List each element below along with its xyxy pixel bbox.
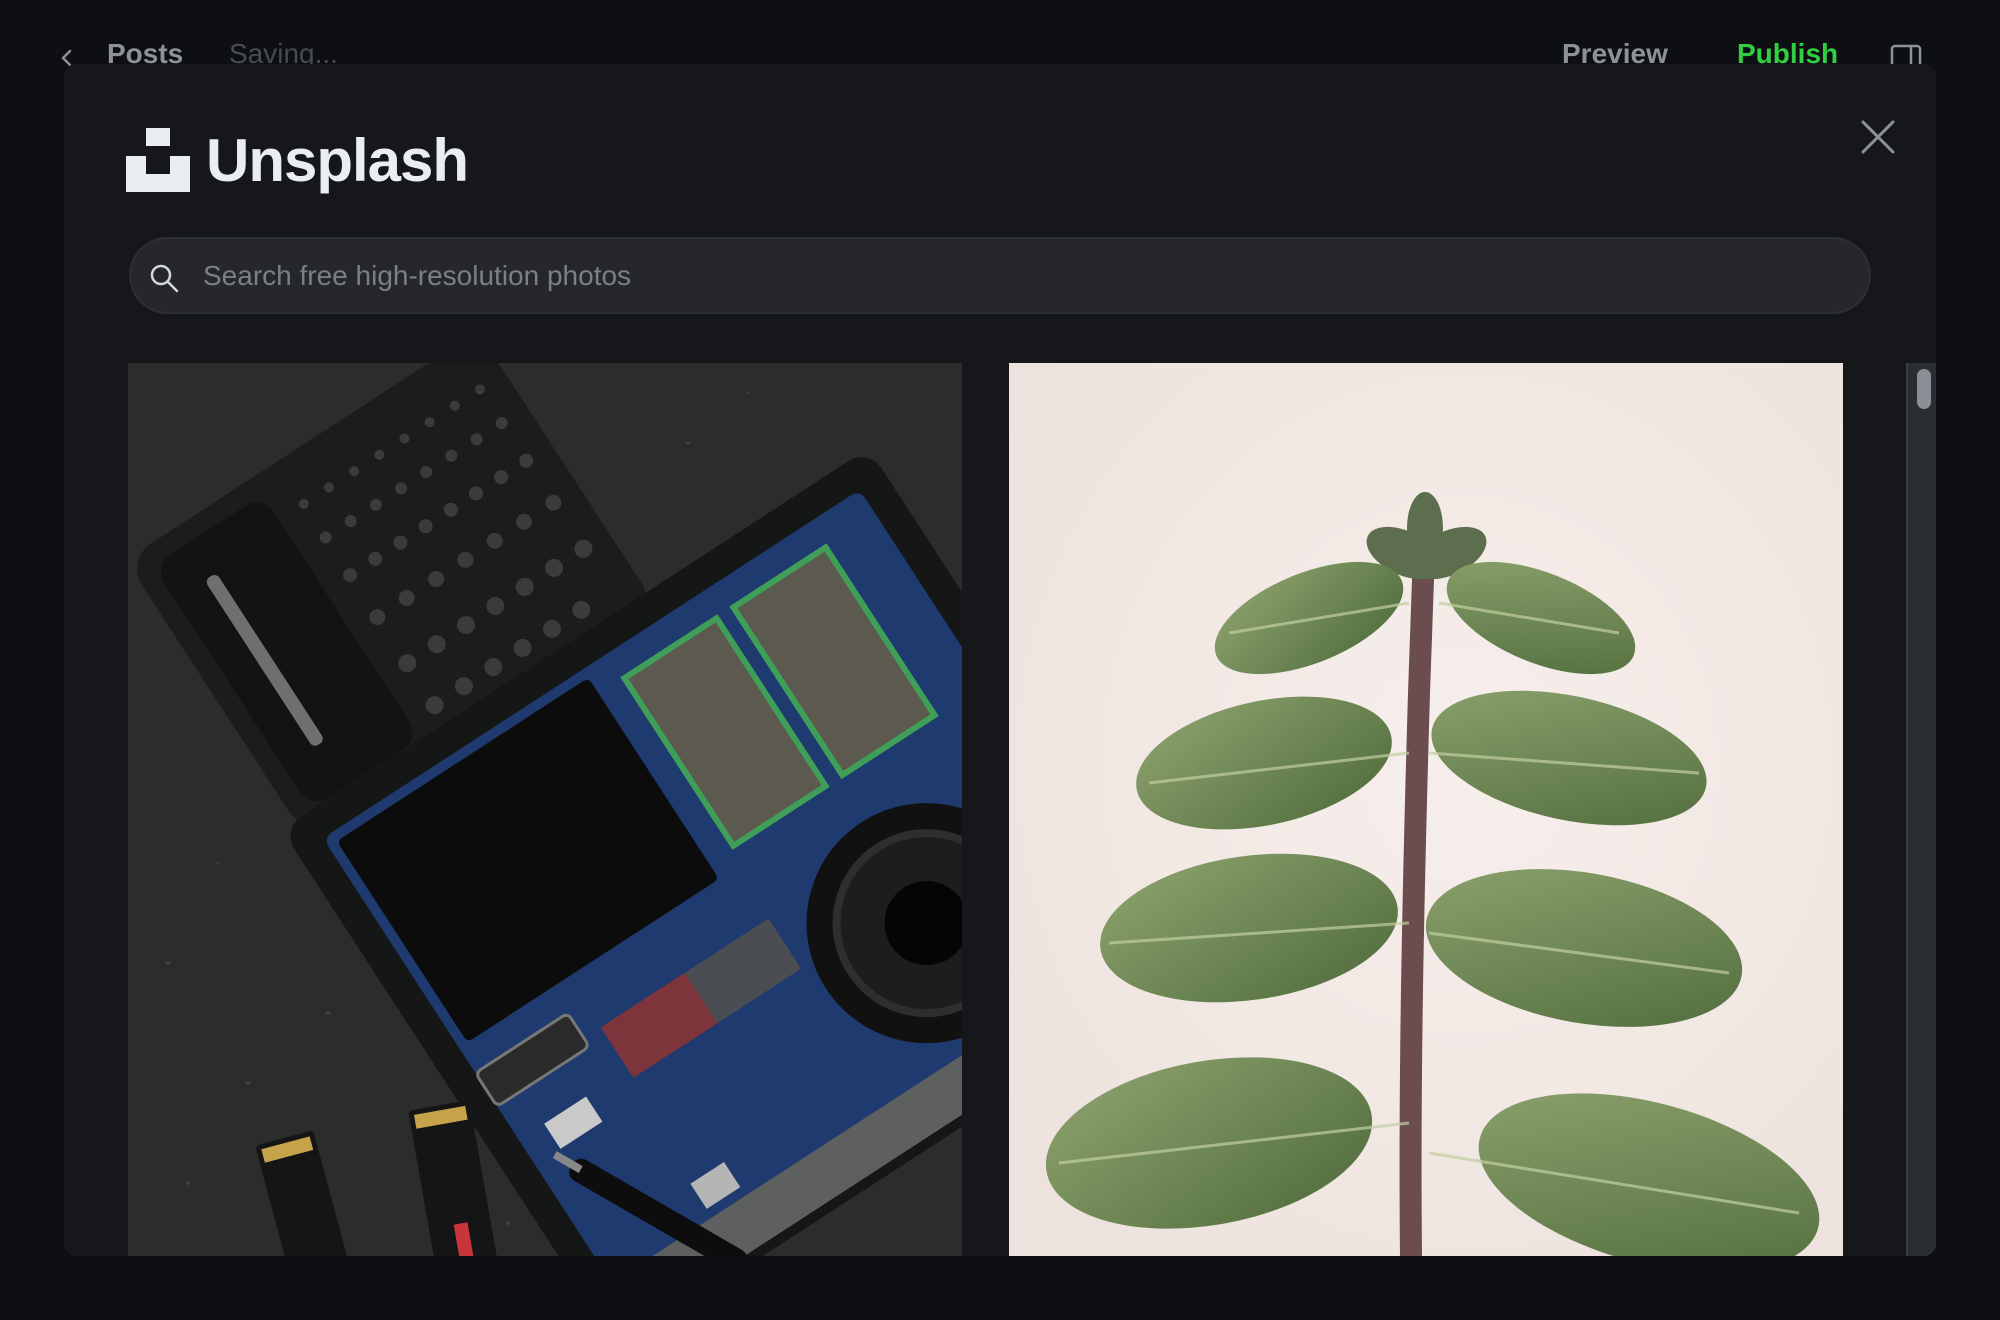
scrollbar-thumb[interactable] xyxy=(1917,369,1931,409)
photo-tile[interactable] xyxy=(128,363,962,1256)
unsplash-modal: Unsplash xyxy=(64,64,1936,1256)
search-input[interactable] xyxy=(201,239,1851,312)
photo-grid-scrollbar[interactable] xyxy=(1906,363,1936,1256)
search-bar xyxy=(129,237,1871,314)
brand-title: Unsplash xyxy=(206,126,469,194)
photo-laptop-image xyxy=(128,363,962,1256)
search-icon xyxy=(148,262,180,294)
unsplash-brand: Unsplash xyxy=(126,120,469,200)
unsplash-logo-icon xyxy=(126,128,190,192)
photo-tile[interactable] xyxy=(1009,363,1843,1256)
photo-plant-image xyxy=(1009,363,1843,1256)
close-icon[interactable] xyxy=(1853,112,1903,162)
